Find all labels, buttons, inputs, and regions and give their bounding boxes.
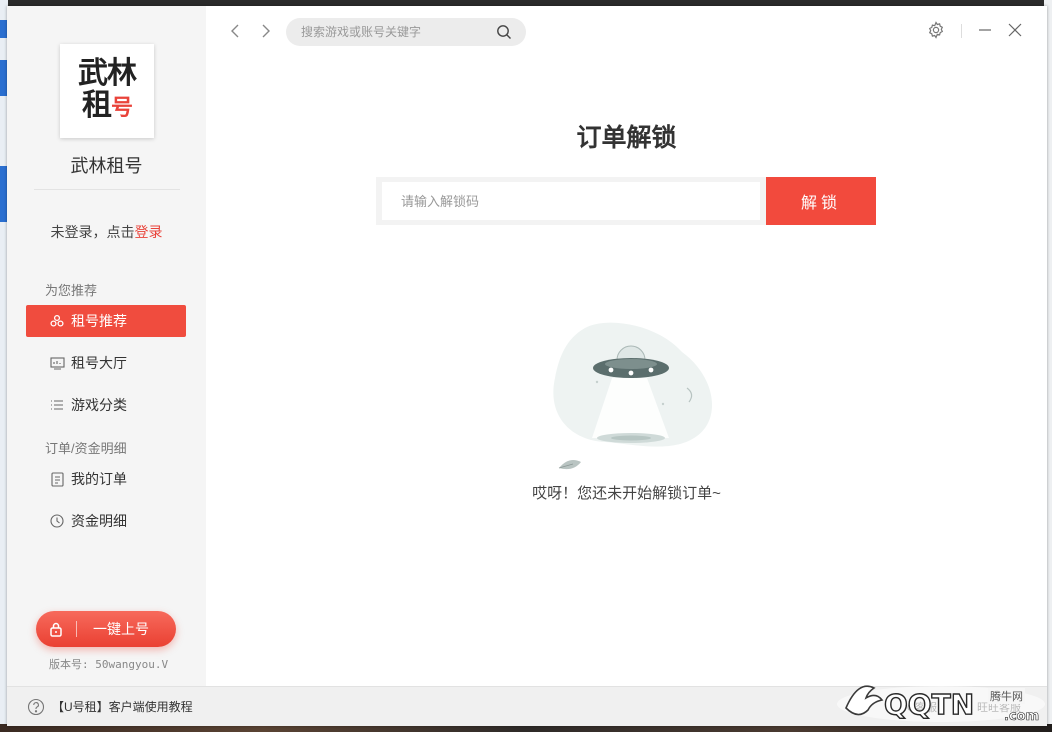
- sidebar-item-label: 我的订单: [71, 471, 127, 487]
- gear-icon: [928, 21, 944, 39]
- unlock-input-wrapper: [376, 177, 766, 225]
- unlock-code-input[interactable]: [382, 182, 760, 220]
- app-window: 武林 租号 武林租号 未登录，点击登录 为您推荐 租号推荐 租号大厅 游戏分类 …: [7, 6, 1047, 726]
- hall-icon: [49, 355, 65, 371]
- unlock-form: 解锁: [376, 177, 876, 225]
- minimize-icon: [979, 29, 991, 31]
- app-logo: 武林 租号: [60, 44, 154, 138]
- forward-button[interactable]: [256, 22, 274, 40]
- lock-icon: [36, 622, 76, 637]
- search-icon[interactable]: [496, 24, 512, 40]
- list-icon: [49, 397, 65, 413]
- login-link[interactable]: 登录: [135, 224, 163, 240]
- section-recommend-title: 为您推荐: [45, 283, 98, 298]
- back-button[interactable]: [227, 22, 245, 40]
- login-prefix: 未登录，点击: [50, 224, 135, 240]
- sidebar: 武林 租号 武林租号 未登录，点击登录 为您推荐 租号推荐 租号大厅 游戏分类 …: [7, 6, 206, 686]
- titlebar-separator: [961, 24, 962, 38]
- sidebar-item-my-orders[interactable]: 我的订单: [26, 463, 186, 495]
- desktop-fragment: [0, 166, 7, 222]
- pc-support-link[interactable]: PC客服: [900, 699, 937, 715]
- version-label: 版本号: 50wangyou.V: [49, 658, 169, 671]
- help-icon[interactable]: [27, 698, 45, 716]
- watermark-label: 腾牛网: [988, 688, 1025, 704]
- sidebar-item-rent-recommend[interactable]: 租号推荐: [26, 305, 186, 337]
- app-name: 武林租号: [70, 156, 143, 176]
- clock-icon: [49, 513, 65, 529]
- order-icon: [49, 471, 65, 487]
- chevron-right-icon: [262, 24, 270, 38]
- button-separator: [76, 621, 77, 637]
- search-box: [286, 18, 526, 46]
- sidebar-item-label: 租号大厅: [71, 355, 127, 371]
- settings-button[interactable]: [927, 21, 945, 39]
- close-button[interactable]: [1006, 21, 1024, 39]
- sidebar-item-game-category[interactable]: 游戏分类: [26, 389, 186, 421]
- section-orders-title: 订单/资金明细: [45, 441, 127, 456]
- unlock-button[interactable]: 解锁: [766, 177, 876, 225]
- quick-login-button[interactable]: 一键上号: [36, 611, 176, 647]
- sidebar-item-fund-details[interactable]: 资金明细: [26, 505, 186, 537]
- minimize-button[interactable]: [976, 21, 994, 39]
- page-title: 订单解锁: [576, 124, 677, 152]
- desktop-fragment: [0, 60, 7, 96]
- sidebar-item-label: 资金明细: [71, 513, 127, 529]
- quick-login-label: 一键上号: [93, 621, 149, 637]
- status-bar: 【U号租】客户端使用教程 PC客服 旺旺客服: [7, 686, 1047, 726]
- sidebar-item-rent-hall[interactable]: 租号大厅: [26, 347, 186, 379]
- search-input[interactable]: [301, 25, 491, 39]
- rent-recommend-icon: [49, 313, 65, 329]
- close-icon: [1008, 23, 1022, 37]
- ufo-empty-illustration: [553, 322, 713, 470]
- sidebar-item-label: 租号推荐: [71, 313, 127, 329]
- chevron-left-icon: [231, 24, 239, 38]
- sidebar-item-label: 游戏分类: [71, 397, 127, 413]
- tutorial-link[interactable]: 【U号租】客户端使用教程: [52, 698, 193, 715]
- desktop-fragment: [0, 20, 7, 38]
- login-status: 未登录，点击登录: [7, 222, 206, 242]
- empty-state-text: 哎呀！您还未开始解锁订单~: [532, 485, 721, 502]
- sidebar-divider: [34, 189, 180, 190]
